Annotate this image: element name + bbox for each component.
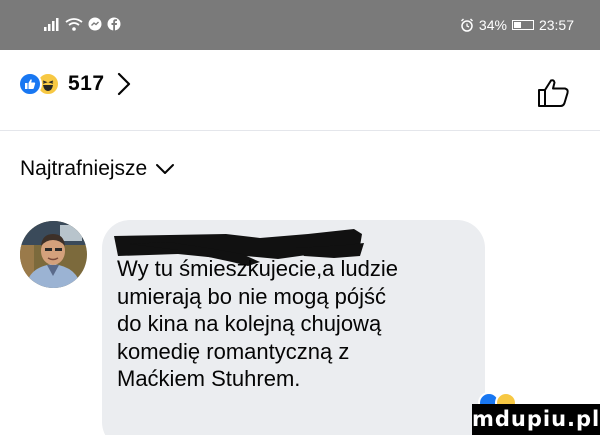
sort-label: Najtrafniejsze bbox=[20, 157, 148, 180]
reactions-summary[interactable]: 517 bbox=[18, 72, 131, 96]
wifi-icon bbox=[65, 18, 83, 31]
alarm-clock-icon bbox=[460, 18, 473, 32]
like-reaction-icon bbox=[18, 72, 42, 96]
reaction-count: 517 bbox=[68, 72, 105, 95]
chevron-down-icon bbox=[156, 164, 175, 174]
signal-bars-icon bbox=[44, 18, 59, 31]
comment-line: umierają bo nie mogą pójść bbox=[117, 283, 387, 309]
like-button[interactable] bbox=[537, 78, 571, 113]
watermark: mdupiu.pl bbox=[472, 404, 600, 435]
comment-line: komedię romantyczną z bbox=[117, 338, 350, 364]
status-time: 23:57 bbox=[538, 17, 574, 33]
comment-text: Wy tu śmieszkujecie,a ludzie umierają bo… bbox=[117, 255, 467, 393]
battery-fill bbox=[513, 22, 521, 28]
comment-line: do kina na kolejną chujową bbox=[117, 311, 382, 337]
status-bar: 34% 23:57 bbox=[0, 0, 600, 50]
chevron-right-icon bbox=[117, 72, 130, 96]
facebook-icon bbox=[107, 17, 121, 31]
thumbs-up-icon bbox=[538, 79, 569, 107]
comment-line: Wy tu śmieszkujecie,a ludzie bbox=[117, 256, 399, 281]
divider bbox=[0, 130, 600, 131]
sort-selector[interactable]: Najtrafniejsze bbox=[20, 157, 175, 181]
battery-percent: 34% bbox=[478, 17, 507, 33]
comment-line: Maćkiem Stuhrem. bbox=[117, 366, 301, 392]
status-right: 34% 23:57 bbox=[460, 17, 574, 33]
messenger-icon bbox=[88, 17, 102, 31]
avatar[interactable] bbox=[20, 221, 87, 288]
battery-icon bbox=[511, 20, 534, 30]
status-left bbox=[44, 17, 121, 31]
